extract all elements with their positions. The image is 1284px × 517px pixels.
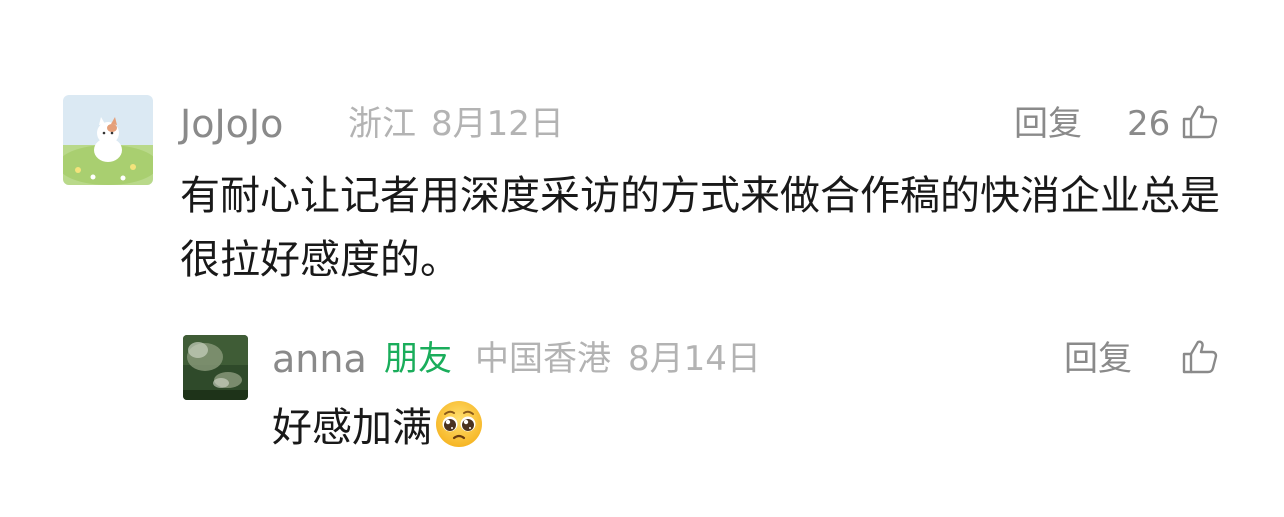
avatar-green-image <box>183 335 248 400</box>
reply-location: 中国香港 <box>475 339 611 379</box>
like-button[interactable] <box>1180 102 1220 142</box>
comment-author-name[interactable]: JoJoJo <box>180 101 283 147</box>
reply-author-name[interactable]: anna <box>272 336 367 382</box>
friend-badge: 朋友 <box>384 339 452 379</box>
reply-button[interactable]: 回复 <box>1014 101 1082 147</box>
reply-text: 好感加满 <box>272 405 432 451</box>
comment-location: 浙江 <box>348 104 416 144</box>
reply-reply-button[interactable]: 回复 <box>1064 336 1132 382</box>
reply-avatar[interactable] <box>183 335 248 400</box>
avatar[interactable] <box>63 95 153 185</box>
reply-like-button[interactable] <box>1180 337 1220 377</box>
avatar-cat-image <box>63 95 153 185</box>
like-count: 26 <box>1127 104 1171 144</box>
reply-text-row: 好感加满 <box>272 396 872 460</box>
thumbs-up-icon <box>1182 105 1218 139</box>
comment-thread: JoJoJo 浙江 8月12日 回复 26 有耐心让记者用深度采访的方式来做合作… <box>0 0 1284 517</box>
reply-date: 8月14日 <box>628 339 761 379</box>
pleading-face-icon <box>434 399 484 449</box>
thumbs-up-icon <box>1182 340 1218 374</box>
comment-text: 有耐心让记者用深度采访的方式来做合作稿的快消企业总是很拉好感度的。 <box>180 173 1220 283</box>
comment-date: 8月12日 <box>431 104 564 144</box>
